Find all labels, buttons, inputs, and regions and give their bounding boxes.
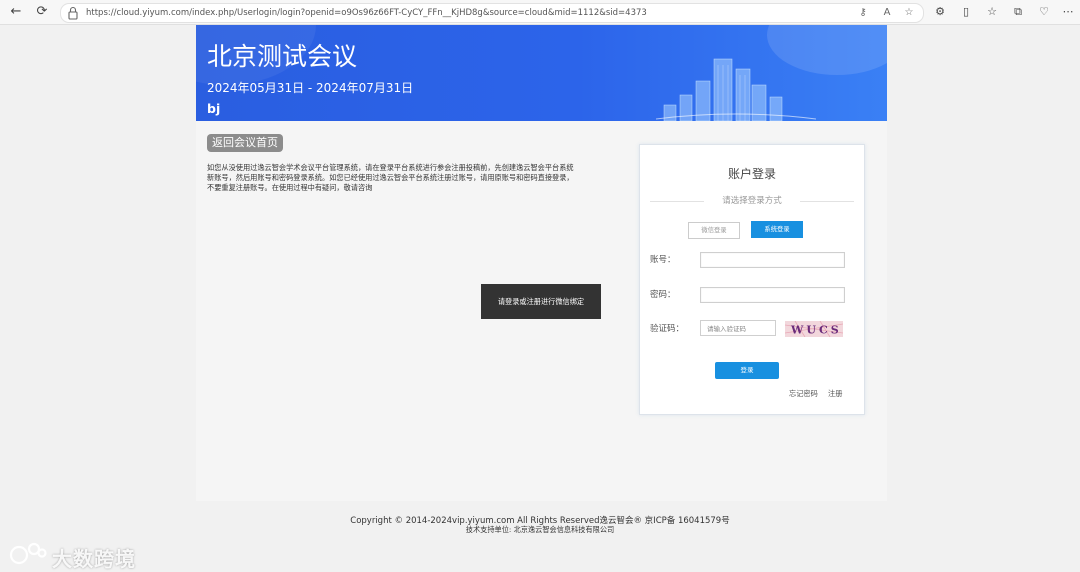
browser-toolbar: ← ⟳ https://cloud.yiyum.com/index.php/Us… — [0, 0, 1080, 25]
browser-essentials-icon[interactable]: ♡ — [1036, 4, 1052, 20]
back-to-home-button[interactable]: 返回会议首页 — [207, 134, 283, 152]
tab-system-login[interactable]: 系统登录 — [751, 221, 803, 238]
address-bar[interactable]: https://cloud.yiyum.com/index.php/Userlo… — [60, 3, 924, 23]
login-method-prompt: 请选择登录方式 — [722, 196, 782, 206]
city-buildings-graphic — [656, 58, 816, 121]
captcha-text: WUCS — [790, 324, 842, 337]
lock-icon — [68, 6, 78, 20]
favorite-star-icon[interactable]: ☆ — [901, 5, 917, 21]
password-label: 密码： — [650, 290, 676, 300]
login-title: 账户登录 — [727, 167, 776, 181]
split-screen-icon[interactable]: ▯ — [958, 4, 974, 20]
register-link[interactable]: 注册 — [828, 389, 842, 399]
conference-dates: 2024年05月31日 - 2024年07月31日 — [207, 81, 414, 95]
password-input[interactable] — [700, 287, 845, 303]
page: 北京测试会议 2024年05月31日 - 2024年07月31日 bj 返回会议… — [0, 25, 1080, 571]
watermark-logo-icon — [9, 542, 47, 565]
favorites-icon[interactable]: ☆ — [984, 4, 1000, 20]
url-text: https://cloud.yiyum.com/index.php/Userlo… — [86, 8, 647, 18]
login-panel: 账户登录 请选择登录方式 微信登录 系统登录 账号： 密码： 验证码： 请输入验… — [639, 144, 865, 415]
key-icon[interactable]: ⚷ — [855, 5, 871, 21]
watermark: 大数跨境 — [8, 539, 148, 571]
conference-title: 北京测试会议 — [207, 42, 358, 71]
content-container: 北京测试会议 2024年05月31日 - 2024年07月31日 bj 返回会议… — [196, 25, 887, 501]
account-input[interactable] — [700, 252, 845, 268]
conference-location: bj — [207, 101, 221, 116]
login-button[interactable]: 登录 — [715, 362, 779, 379]
read-aloud-icon[interactable]: A — [879, 5, 895, 21]
captcha-input[interactable]: 请输入验证码 — [700, 320, 776, 336]
captcha-label: 验证码： — [650, 324, 685, 334]
login-method-divider: 请选择登录方式 — [650, 195, 854, 207]
bind-wechat-toast: 请登录或注册进行微信绑定 — [481, 284, 601, 319]
extension-icon[interactable]: ⚙ — [932, 4, 948, 20]
tab-wechat-login[interactable]: 微信登录 — [688, 222, 740, 239]
conference-banner: 北京测试会议 2024年05月31日 - 2024年07月31日 bj — [196, 25, 887, 121]
more-menu-icon[interactable]: ⋯ — [1060, 4, 1076, 20]
forgot-password-link[interactable]: 忘记密码 — [789, 389, 818, 399]
collections-icon[interactable]: ⧉ — [1010, 4, 1026, 20]
back-arrow-icon[interactable]: ← — [8, 4, 24, 20]
captcha-image[interactable]: WUCS — [785, 321, 843, 337]
account-label: 账号： — [650, 255, 676, 265]
footer-support: 技术支持单位: 北京逸云智会信息科技有限公司 — [465, 525, 615, 534]
refresh-icon[interactable]: ⟳ — [34, 4, 50, 20]
intro-text: 如您从没使用过逸云智会学术会议平台管理系统，请在登录平台系统进行参会注册投稿前，… — [207, 163, 574, 192]
watermark-text: 大数跨境 — [52, 547, 136, 571]
